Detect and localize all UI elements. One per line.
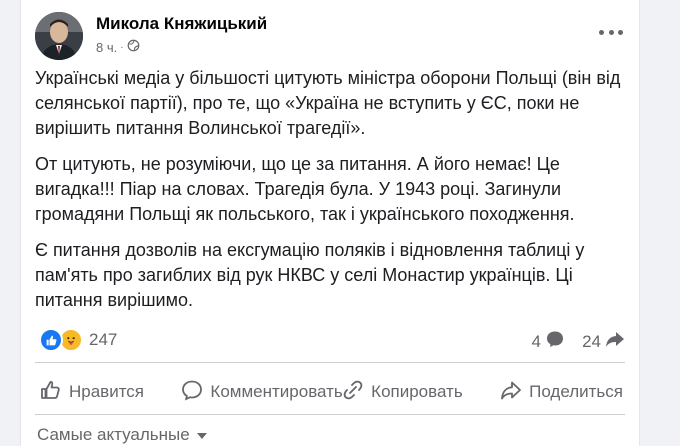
post-actions: Нравится Комментировать Копировать Подел…	[35, 370, 627, 414]
post-text: Українські медіа у більшості цитують мін…	[35, 66, 621, 324]
share-button-label: Поделиться	[529, 382, 623, 401]
post-stats: 247 4 24	[35, 326, 625, 354]
share-button[interactable]: Поделиться	[495, 374, 627, 410]
caret-down-icon	[196, 425, 208, 445]
reactions-count[interactable]: 247	[89, 330, 117, 350]
share-arrow-icon	[605, 329, 625, 354]
post-header: Микола Княжицький 8 ч. ·	[35, 12, 625, 62]
comments-sort-dropdown[interactable]: Самые актуальные	[37, 425, 208, 445]
post-paragraph: От цитують, не розуміючи, що це за питан…	[35, 154, 575, 224]
globe-icon	[127, 39, 140, 55]
post-paragraph: Є питання дозволів на ексгумацію поляків…	[35, 240, 585, 310]
shares-count: 24	[582, 331, 601, 351]
shares-summary[interactable]: 24	[582, 329, 625, 354]
comment-button[interactable]: Комментировать	[176, 374, 346, 410]
post-paragraph: Українські медіа у більшості цитують мін…	[35, 68, 621, 138]
reactions-summary[interactable]: 247	[39, 328, 117, 352]
separator-dot: ·	[120, 41, 124, 53]
divider	[35, 362, 625, 363]
more-options-icon[interactable]	[599, 26, 623, 38]
post-meta: 8 ч. ·	[96, 39, 140, 55]
like-button-label: Нравится	[69, 382, 145, 401]
comments-sort-label: Самые актуальные	[37, 425, 190, 444]
comment-icon	[180, 378, 204, 407]
like-icon	[39, 328, 63, 352]
comments-summary[interactable]: 4	[532, 329, 565, 354]
copy-button-label: Копировать	[371, 382, 463, 401]
post-time[interactable]: 8 ч.	[96, 40, 117, 55]
like-button[interactable]: Нравится	[35, 374, 148, 410]
copy-icon	[341, 378, 365, 407]
author-name[interactable]: Микола Княжицький	[96, 14, 267, 34]
copy-button[interactable]: Копировать	[337, 374, 467, 410]
post-card: Микола Княжицький 8 ч. · Українські меді…	[20, 0, 640, 446]
avatar[interactable]	[35, 12, 83, 60]
comments-count: 4	[531, 331, 541, 351]
comment-button-label: Комментировать	[210, 382, 343, 401]
share-icon	[499, 378, 523, 407]
comment-bubble-icon	[545, 329, 565, 354]
divider	[35, 414, 625, 415]
thumbs-up-icon	[39, 378, 63, 407]
